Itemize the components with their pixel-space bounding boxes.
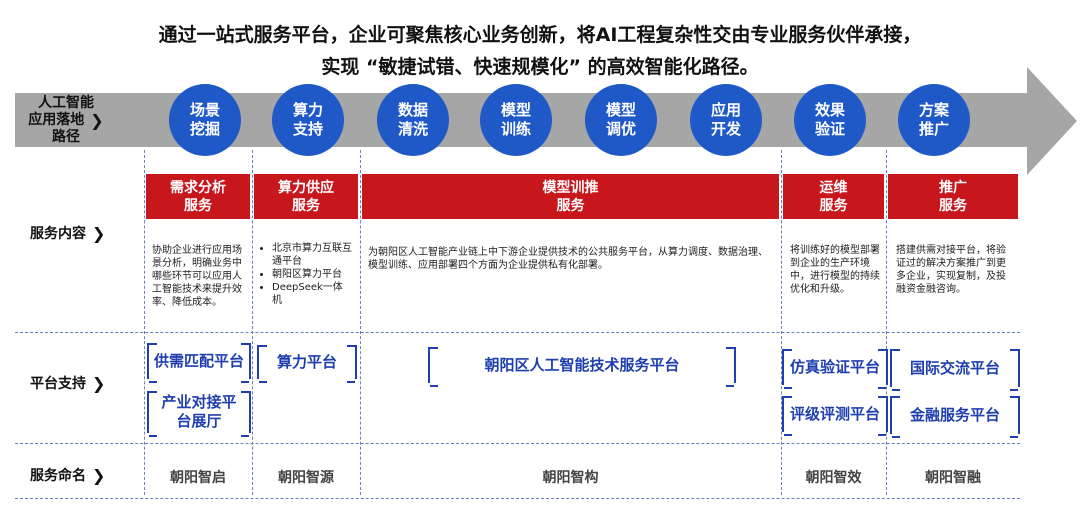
step-label: 验证: [814, 120, 845, 138]
platform-label: 仿真验证平台: [789, 357, 880, 376]
service-name-zhirong: 朝阳智融: [925, 470, 981, 486]
step-label: 效果: [814, 101, 845, 119]
platform-international-exchange: 国际交流平台: [890, 349, 1020, 391]
step-label: 训练: [500, 120, 531, 138]
service-bar-demand-analysis: 需求分析 服务: [146, 174, 250, 219]
platform-supply-demand-matching: 供需匹配平台: [147, 343, 251, 383]
step-label: 模型: [500, 101, 531, 119]
step-label: 开发: [710, 120, 741, 138]
step-label: 调优: [605, 120, 636, 138]
chevron-right-icon: ❯: [92, 373, 106, 393]
headline-line-2: 实现 “敏捷试错、快速规模化” 的高效智能化路径。: [321, 56, 759, 78]
row-divider: [15, 332, 1020, 333]
platform-industry-docking-hall: 产业对接平台展厅: [147, 391, 251, 437]
service-label: 模型训推: [542, 179, 599, 196]
service-name-zhigou: 朝阳智构: [542, 470, 599, 486]
service-label: 运维: [819, 179, 848, 196]
service-name-zhixiao: 朝阳智效: [805, 470, 862, 486]
desc-compute-item: 北京市算力互联互通平台: [272, 242, 352, 268]
service-label: 推广: [939, 179, 967, 196]
step-circle-scene-mining: 场景 挖掘: [169, 84, 241, 156]
step-circle-model-training: 模型 训练: [480, 84, 552, 156]
desc-compute-item: 朝阳区算力平台: [272, 268, 352, 281]
service-name-zhiyuan: 朝阳智源: [278, 470, 334, 486]
step-label: 推广: [918, 120, 949, 138]
step-label: 支持: [292, 120, 323, 138]
row-label-platform: 平台支持 ❯: [30, 373, 105, 393]
step-label: 算力: [292, 101, 323, 119]
platform-chaoyang-ai-tech-service: 朝阳区人工智能技术服务平台: [428, 347, 736, 387]
step-circle-compute-support: 算力 支持: [272, 84, 344, 156]
service-label: 服务: [184, 197, 212, 214]
step-label: 数据: [397, 101, 428, 119]
platform-financial-service: 金融服务平台: [890, 396, 1020, 438]
platform-compute: 算力平台: [257, 345, 357, 383]
desc-demand-analysis: 协助企业进行应用场景分析，明确业务中哪些环节可以应用人工智能技术来提升效率、降低…: [152, 245, 242, 308]
platform-label: 算力平台: [276, 352, 337, 371]
platform-rating-evaluation: 评级评测平台: [782, 396, 888, 436]
platform-label: 供需匹配平台: [153, 351, 244, 370]
desc-operations: 将训练好的模型部署到企业的生产环境中，进行模型的持续优化和升级。: [790, 245, 880, 295]
service-label: 服务: [292, 197, 320, 214]
service-label: 算力供应: [278, 179, 334, 196]
desc-compute-supply: 北京市算力互联互通平台 朝阳区算力平台 DeepSeek一体机: [256, 242, 352, 307]
row-label-path-line-1: 人工智能: [38, 95, 94, 111]
service-name-zhiqi: 朝阳智启: [170, 470, 226, 486]
platform-simulation-validation: 仿真验证平台: [782, 349, 888, 389]
step-circle-data-cleaning: 数据 清洗: [377, 84, 449, 156]
chevron-right-icon: ❯: [90, 111, 104, 130]
row-label-content-text: 服务内容: [30, 226, 86, 242]
path-arrow-head-icon: [1027, 67, 1077, 175]
headline-line-1: 通过一站式服务平台，企业可聚焦核心业务创新，将AI工程复杂性交由专业服务伙伴承接…: [158, 24, 922, 46]
row-divider: [15, 498, 1020, 499]
step-label: 应用: [710, 101, 741, 119]
desc-model-training: 为朝阳区人工智能产业链上中下游企业提供技术的公共服务平台，从算力调度、数据治理、…: [368, 247, 768, 271]
row-divider: [15, 443, 1020, 444]
service-label: 服务: [939, 197, 967, 214]
step-label: 模型: [605, 101, 636, 119]
row-label-content: 服务内容 ❯: [30, 223, 105, 243]
chevron-right-icon: ❯: [92, 465, 106, 485]
platform-label: 评级评测平台: [789, 404, 880, 423]
service-label: 需求分析: [170, 179, 226, 196]
step-label: 清洗: [397, 120, 428, 138]
row-label-path: 人工智能 应用落地 ❯ 路径: [20, 95, 112, 146]
step-circle-model-tuning: 模型 调优: [585, 84, 657, 156]
step-label: 场景: [189, 101, 220, 119]
platform-label: 产业对接平台展厅: [161, 393, 237, 430]
step-label: 方案: [918, 101, 949, 119]
platform-label: 国际交流平台: [909, 358, 1000, 377]
service-bar-model-training-inference: 模型训推 服务: [362, 174, 779, 219]
chevron-right-icon: ❯: [92, 223, 106, 243]
service-bar-promotion: 推广 服务: [888, 174, 1018, 219]
step-label: 挖掘: [189, 120, 220, 138]
service-label: 服务: [556, 197, 585, 214]
row-label-platform-text: 平台支持: [30, 376, 86, 392]
platform-label: 朝阳区人工智能技术服务平台: [484, 355, 680, 374]
desc-promotion: 搭建供需对接平台，将验证过的解决方案推广到更多企业，实现复制，及投融资金融咨询。: [896, 245, 1006, 295]
service-bar-compute-supply: 算力供应 服务: [254, 174, 358, 219]
row-label-path-line-3: 路径: [52, 129, 80, 145]
row-label-path-line-2: 应用落地: [28, 112, 85, 128]
row-label-naming-text: 服务命名: [30, 468, 86, 484]
service-bar-operations: 运维 服务: [783, 174, 884, 219]
step-circle-app-dev: 应用 开发: [690, 84, 762, 156]
row-label-naming: 服务命名 ❯: [30, 465, 105, 485]
desc-compute-item: DeepSeek一体机: [272, 281, 352, 307]
platform-label: 金融服务平台: [909, 405, 1000, 424]
step-circle-effect-validation: 效果 验证: [794, 84, 866, 156]
service-label: 服务: [819, 197, 848, 214]
step-circle-solution-promotion: 方案 推广: [898, 84, 970, 156]
